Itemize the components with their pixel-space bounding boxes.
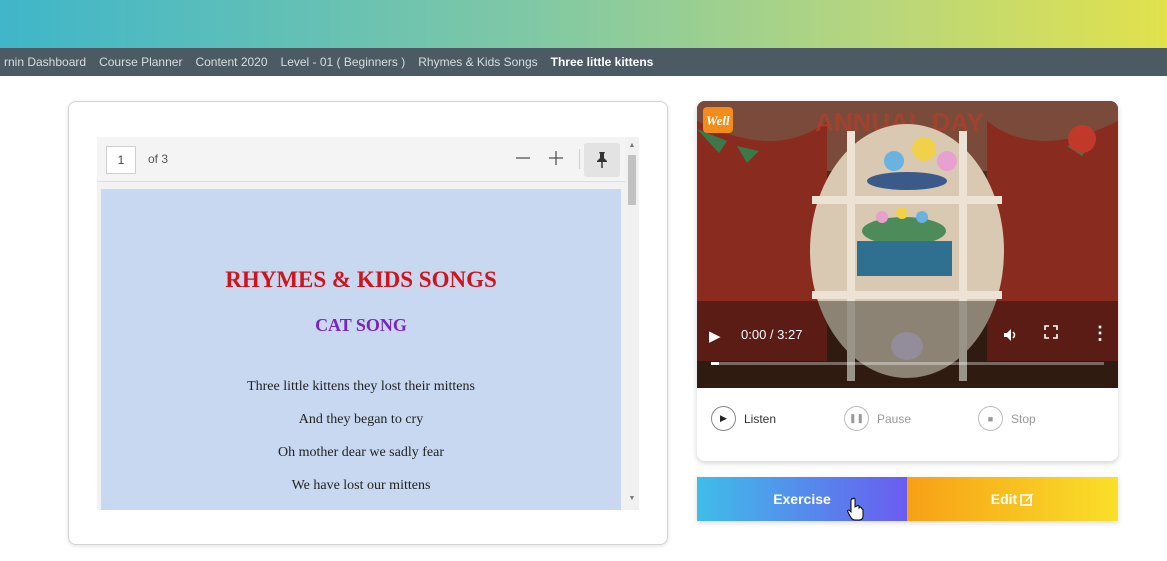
toolbar-separator (579, 149, 580, 169)
hand-cursor-icon (847, 497, 864, 521)
pdf-viewer[interactable]: 1 of 3 RHYMES & KIDS SONGS CAT SONG Thre… (97, 137, 639, 510)
edit-icon (1020, 493, 1034, 506)
document-title: RHYMES & KIDS SONGS (225, 267, 497, 292)
document-line: We have lost our mittens (291, 478, 431, 493)
minus-icon[interactable] (511, 143, 535, 175)
fullscreen-icon[interactable] (1044, 325, 1058, 343)
page-number-input[interactable]: 1 (106, 146, 136, 174)
more-options-icon[interactable]: ⋮ (1091, 323, 1109, 344)
pdf-page: RHYMES & KIDS SONGS CAT SONG Three littl… (101, 189, 621, 510)
play-circle-icon: ▶ (711, 406, 736, 431)
breadcrumb-item-course-planner[interactable]: Course Planner (99, 55, 182, 69)
plus-icon[interactable] (544, 143, 568, 175)
video-logo: Well (706, 113, 730, 128)
video-card: ANNUAL DAY Well ▶ 0:00 / 3:27 ⋮ ▶ Listen… (697, 101, 1118, 461)
pause-circle-icon: ❚❚ (844, 406, 869, 431)
edit-label: Edit (990, 491, 1018, 507)
page-count-label: of 3 (148, 152, 169, 166)
listen-button[interactable]: ▶ Listen (711, 406, 776, 431)
page: rnin Dashboard Course Planner Content 20… (0, 0, 1167, 561)
scroll-up-icon[interactable]: ▲ (625, 139, 639, 153)
pdf-scrollbar[interactable]: ▲ ▼ (625, 137, 639, 510)
breadcrumb-item-dashboard[interactable]: rnin Dashboard (4, 55, 86, 69)
pause-label: Pause (877, 411, 912, 426)
stop-circle-icon: ■ (978, 406, 1003, 431)
stop-button[interactable]: ■ Stop (978, 406, 1036, 431)
document-line: And they began to cry (298, 412, 424, 427)
pin-icon[interactable] (584, 143, 620, 177)
document-subtitle: CAT SONG (315, 315, 407, 335)
breadcrumb: rnin Dashboard Course Planner Content 20… (0, 48, 1167, 76)
audio-controls: ▶ Listen ❚❚ Pause ■ Stop (697, 388, 1118, 461)
video-player[interactable]: ANNUAL DAY Well ▶ 0:00 / 3:27 ⋮ (697, 101, 1118, 388)
header-gradient-bar (0, 0, 1167, 48)
video-time: 0:00 / 3:27 (741, 327, 803, 342)
exercise-label: Exercise (773, 491, 831, 507)
exercise-button[interactable]: Exercise (697, 477, 907, 521)
action-bar: Exercise Edit (697, 477, 1118, 521)
play-icon[interactable]: ▶ (709, 327, 721, 345)
scroll-down-icon[interactable]: ▼ (625, 492, 639, 506)
video-progress-fill (711, 362, 719, 365)
listen-label: Listen (744, 411, 777, 426)
breadcrumb-item-level[interactable]: Level - 01 ( Beginners ) (281, 55, 406, 69)
breadcrumb-item-content[interactable]: Content 2020 (195, 55, 267, 69)
video-progress-track[interactable] (711, 362, 1104, 365)
breadcrumb-current: Three little kittens (550, 55, 654, 69)
video-frame-illustration: ANNUAL DAY Well (697, 101, 1118, 388)
stop-label: Stop (1011, 411, 1036, 426)
pdf-toolbar: 1 of 3 (97, 137, 625, 182)
pause-button[interactable]: ❚❚ Pause (844, 406, 911, 431)
edit-button[interactable]: Edit (907, 477, 1118, 521)
breadcrumb-item-category[interactable]: Rhymes & Kids Songs (418, 55, 537, 69)
scroll-thumb[interactable] (628, 155, 636, 205)
document-line: Oh mother dear we sadly fear (278, 445, 444, 460)
volume-icon[interactable] (1002, 327, 1018, 346)
document-line: Three little kittens they lost their mit… (247, 379, 475, 394)
